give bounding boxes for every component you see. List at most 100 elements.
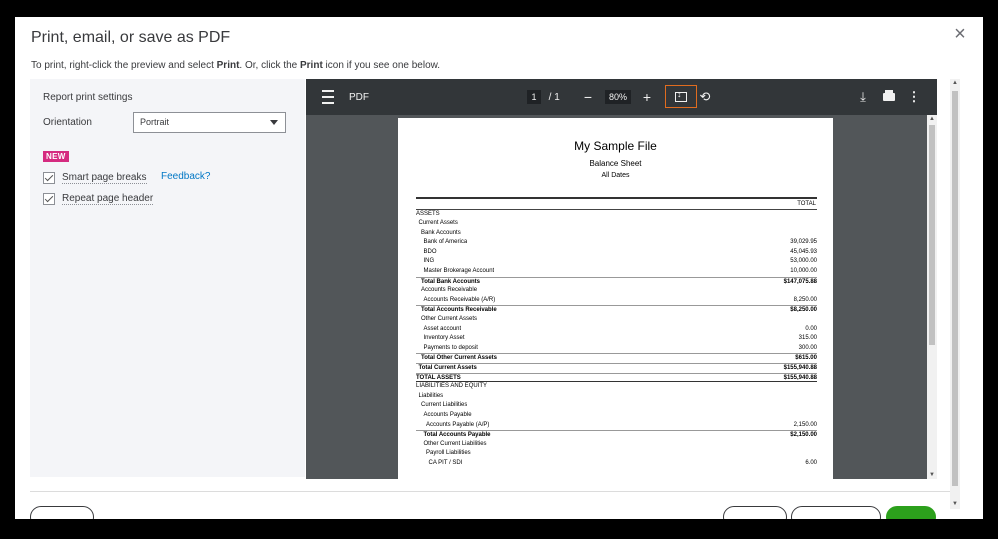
dialog-scroll-down-icon[interactable]: ▼ <box>952 501 958 507</box>
current-page-input[interactable]: 1 <box>526 79 542 115</box>
row-value: 53,000.00 <box>790 258 817 265</box>
instructions-part2: . Or, click the <box>239 60 300 71</box>
instructions-bold-print-1: Print <box>216 60 240 71</box>
row-label: Current Assets <box>418 220 458 227</box>
row-value: $8,250.00 <box>790 307 817 314</box>
row-label: Accounts Payable (A/P) <box>426 421 490 428</box>
table-row: LIABILITIES AND EQUITY <box>416 382 817 392</box>
print-primary-button[interactable] <box>886 506 936 519</box>
table-row: Other Current Liabilities <box>416 440 817 450</box>
footer-divider <box>30 491 950 492</box>
pdf-scrollbar[interactable]: ▲ ▼ <box>927 115 937 479</box>
instructions-bold-print-2: Print <box>300 60 323 71</box>
instructions-part3: icon if you see one below. <box>322 60 441 71</box>
instructions-part1: To print, right-click the preview and se… <box>31 60 217 71</box>
orientation-select[interactable]: Portrait <box>133 112 286 133</box>
row-label: Total Other Current Assets <box>421 355 498 362</box>
print-dialog: × Print, email, or save as PDF To print,… <box>15 17 983 519</box>
screen-frame: × Print, email, or save as PDF To print,… <box>0 0 998 539</box>
report-company-name: My Sample File <box>574 139 657 153</box>
repeat-page-header-row[interactable]: Repeat page header <box>43 193 154 205</box>
table-row: Total Other Current Assets $615.00 <box>416 353 817 363</box>
orientation-selected-value: Portrait <box>140 117 170 127</box>
row-label: Current Liabilities <box>421 402 468 409</box>
table-row: Master Brokerage Account 10,000.00 <box>416 267 818 277</box>
pdf-title: PDF <box>349 91 369 103</box>
rotate-icon[interactable]: ⟲ <box>695 79 715 115</box>
row-label: Total Bank Accounts <box>421 278 481 285</box>
pdf-page[interactable]: My Sample File Balance Sheet All Dates T… <box>398 118 833 479</box>
row-value: 315.00 <box>798 335 817 342</box>
table-header: TOTAL <box>416 199 817 210</box>
repeat-page-header-label[interactable]: Repeat page header <box>62 193 154 205</box>
footer-tertiary-button[interactable] <box>791 506 881 519</box>
smart-page-breaks-label[interactable]: Smart page breaks <box>62 172 147 184</box>
pdf-viewer: PDF 1 / 1 − 80% + ⟲ ⤓ ⋮ My Sample File B… <box>306 79 937 479</box>
scroll-down-icon[interactable]: ▼ <box>929 472 935 478</box>
table-row: Current Assets <box>416 219 817 229</box>
download-icon[interactable]: ⤓ <box>853 79 873 115</box>
zoom-in-icon[interactable]: + <box>639 79 655 115</box>
pdf-toolbar: PDF 1 / 1 − 80% + ⟲ ⤓ ⋮ <box>306 79 937 115</box>
smart-page-breaks-row[interactable]: Smart page breaks <box>43 172 147 184</box>
footer-secondary-button[interactable] <box>723 506 787 519</box>
print-instructions: To print, right-click the preview and se… <box>31 60 440 71</box>
menu-icon[interactable] <box>316 79 340 115</box>
fit-page-button[interactable] <box>665 85 697 108</box>
table-row: Payments to deposit 300.00 <box>416 344 818 354</box>
cancel-button[interactable] <box>30 506 94 519</box>
row-value: 300.00 <box>798 344 817 351</box>
row-label: Total Current Assets <box>418 365 477 371</box>
table-row: Other Current Assets <box>416 315 817 325</box>
row-label: Bank of America <box>423 239 468 246</box>
table-row: Total Accounts Receivable $8,250.00 <box>416 305 817 315</box>
more-icon[interactable]: ⋮ <box>905 79 923 115</box>
row-label: Payments to deposit <box>423 344 478 351</box>
repeat-page-header-checkbox[interactable] <box>43 193 55 205</box>
row-label: ASSETS <box>416 210 440 217</box>
table-row: Asset account 0.00 <box>416 325 818 335</box>
zoom-out-icon[interactable]: − <box>580 79 596 115</box>
report-title: Balance Sheet <box>589 159 642 168</box>
new-badge: NEW <box>43 151 69 162</box>
zoom-input[interactable]: 80% <box>603 79 633 115</box>
row-label: Accounts Receivable <box>421 287 478 294</box>
pdf-scrollbar-thumb[interactable] <box>929 125 935 345</box>
row-label: Inventory Asset <box>423 335 465 342</box>
dialog-scrollbar-thumb[interactable] <box>952 91 958 486</box>
report-rows: ASSETS Current Assets Bank Accounts Bank of… <box>416 210 817 469</box>
row-value: $147,075.88 <box>783 278 817 285</box>
scroll-up-icon[interactable]: ▲ <box>929 116 935 122</box>
table-row: BDO 45,045.93 <box>416 248 818 258</box>
close-icon[interactable]: × <box>949 23 971 45</box>
dialog-title: Print, email, or save as PDF <box>31 29 231 46</box>
table-row: Total Bank Accounts $147,075.88 <box>416 276 817 287</box>
row-value: $615.00 <box>795 355 817 362</box>
row-label: Master Brokerage Account <box>423 268 495 275</box>
smart-page-breaks-checkbox[interactable] <box>43 172 55 184</box>
row-value: 0.00 <box>805 325 817 332</box>
fit-page-icon <box>675 89 687 102</box>
row-value: $155,940.88 <box>783 374 817 381</box>
dialog-scrollbar[interactable]: ▲ ▼ <box>950 79 960 509</box>
row-label: BDO <box>423 248 437 255</box>
row-label: Other Current Liabilities <box>423 440 487 447</box>
table-row: Current Liabilities <box>416 401 817 411</box>
row-label: LIABILITIES AND EQUITY <box>416 383 488 390</box>
zoom-value: 80% <box>604 90 631 104</box>
chevron-down-icon <box>270 120 278 125</box>
row-label: Other Current Assets <box>421 316 478 323</box>
orientation-label: Orientation <box>43 117 92 128</box>
settings-title: Report print settings <box>43 92 133 103</box>
row-label: Total Accounts Receivable <box>421 307 497 314</box>
table-row: Accounts Receivable <box>416 286 817 296</box>
row-label: Liabilities <box>418 392 444 399</box>
report-dates: All Dates <box>601 172 630 179</box>
table-row: Liabilities <box>416 392 817 402</box>
print-button[interactable] <box>878 79 900 115</box>
dialog-scroll-up-icon[interactable]: ▲ <box>952 80 958 86</box>
column-header-total: TOTAL <box>797 200 816 207</box>
table-row: Inventory Asset 315.00 <box>416 334 818 344</box>
feedback-link[interactable]: Feedback? <box>161 171 210 182</box>
row-value: 6.00 <box>805 459 817 466</box>
